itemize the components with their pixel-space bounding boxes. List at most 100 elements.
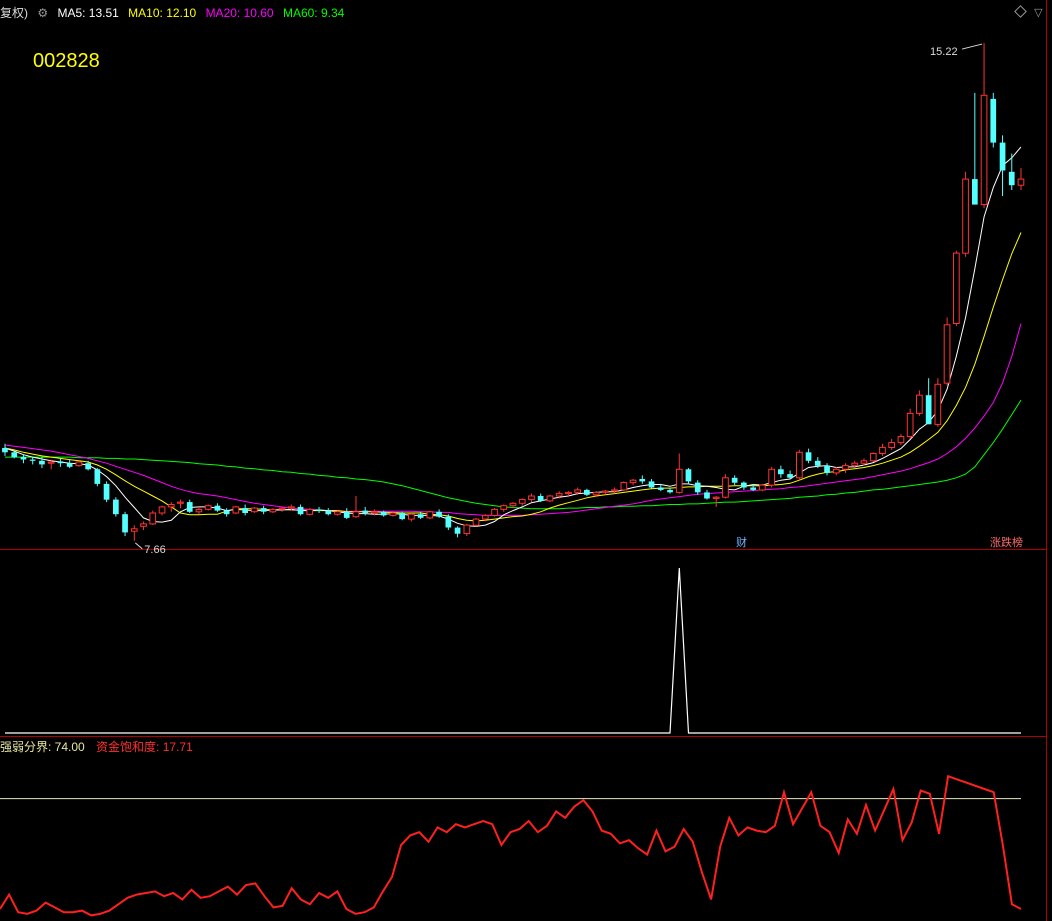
candle-body [306, 508, 314, 515]
saturation-line [0, 774, 1022, 917]
candle-body [408, 513, 415, 520]
candle [177, 499, 184, 509]
candle [722, 474, 729, 499]
candle [195, 506, 203, 515]
candle-body [57, 461, 64, 464]
window-controls: ▽ [1014, 5, 1043, 19]
candle-body [592, 491, 600, 496]
candle-body [371, 511, 378, 514]
candle [704, 489, 710, 500]
candle-body [602, 490, 609, 493]
candle [158, 505, 166, 516]
candle [648, 479, 655, 489]
candle-body [980, 94, 988, 206]
candle [103, 481, 110, 503]
candle [629, 479, 637, 486]
candle-body [851, 462, 859, 467]
candle-body [362, 510, 369, 513]
candle [796, 449, 803, 481]
candle [842, 463, 849, 473]
candle [130, 525, 138, 541]
candle-body [916, 394, 923, 414]
candle-body [685, 469, 692, 482]
candle-body [500, 505, 508, 510]
candle [399, 511, 405, 521]
candle-body [639, 479, 646, 482]
candle-body [316, 509, 322, 511]
candle-body [288, 506, 295, 509]
candle-body [269, 508, 277, 513]
candle-body [140, 523, 147, 527]
spike-indicator-panel [5, 567, 1021, 734]
fin-event-marker[interactable]: 财 [736, 534, 747, 550]
candle [685, 468, 692, 484]
candle-body [20, 457, 27, 460]
candle-body [260, 508, 267, 512]
candle [611, 487, 618, 494]
candle-body [897, 436, 905, 444]
indicator-header: 强弱分界: 74.00 资金饱和度: 17.71 [0, 738, 201, 755]
candle-body [122, 514, 128, 533]
settings-icon[interactable]: ⚙ [37, 6, 48, 20]
candle [768, 466, 775, 488]
candle [712, 496, 720, 507]
candle-body [463, 524, 471, 535]
rise-event-marker[interactable]: 涨跌榜 [990, 534, 1023, 550]
candle [94, 468, 101, 487]
low-pointer [134, 542, 143, 550]
candle-body [130, 528, 138, 532]
candle-body [417, 514, 424, 518]
candle-body [787, 474, 793, 478]
candle-body [972, 179, 978, 205]
spike-line [5, 567, 1021, 734]
candle-body [805, 452, 812, 461]
candle-body [518, 499, 526, 504]
candle-body [167, 504, 175, 508]
candle-body [491, 508, 498, 516]
candle [518, 498, 526, 506]
candle-body [869, 453, 877, 462]
ma5-label: MA5: 13.51 [57, 6, 119, 20]
candle-body [832, 468, 840, 474]
candle-body [546, 495, 554, 502]
candle-body [334, 511, 341, 515]
candle-body [103, 483, 110, 500]
candle-body [648, 481, 655, 488]
candle-body [879, 446, 886, 454]
candle [278, 506, 286, 512]
candle-body [2, 448, 8, 453]
candle-body [177, 501, 184, 504]
candle [491, 508, 498, 517]
candle-body [352, 511, 360, 518]
candle-body [528, 495, 535, 501]
candle [214, 503, 221, 512]
candle-body [454, 527, 461, 534]
candle-body [47, 461, 55, 464]
candle [528, 493, 535, 503]
candlesticks: 15.22 7.66 [2, 43, 1025, 556]
saturation-label: 资金饱和度: 17.71 [96, 740, 193, 754]
candle [639, 475, 646, 484]
candle [537, 493, 544, 503]
candle [167, 502, 175, 512]
candle-body [94, 469, 101, 484]
candle [242, 504, 248, 516]
candle [546, 494, 554, 503]
candle [805, 448, 812, 464]
candle [731, 475, 738, 486]
candle [869, 452, 877, 462]
candle [906, 408, 914, 439]
candle [352, 496, 360, 518]
candle [934, 378, 942, 427]
saturation-indicator-panel [0, 774, 1022, 917]
candle-body [704, 492, 710, 499]
candle [584, 488, 590, 496]
candle-body [343, 511, 350, 518]
candle [316, 506, 322, 513]
ma20-label: MA20: 10.60 [205, 6, 274, 20]
dropdown-arrow-icon[interactable]: ▽ [1034, 7, 1042, 19]
expand-diamond-icon[interactable] [1014, 5, 1027, 18]
candle [620, 481, 628, 492]
candle [832, 466, 840, 476]
candle-body [574, 489, 581, 493]
